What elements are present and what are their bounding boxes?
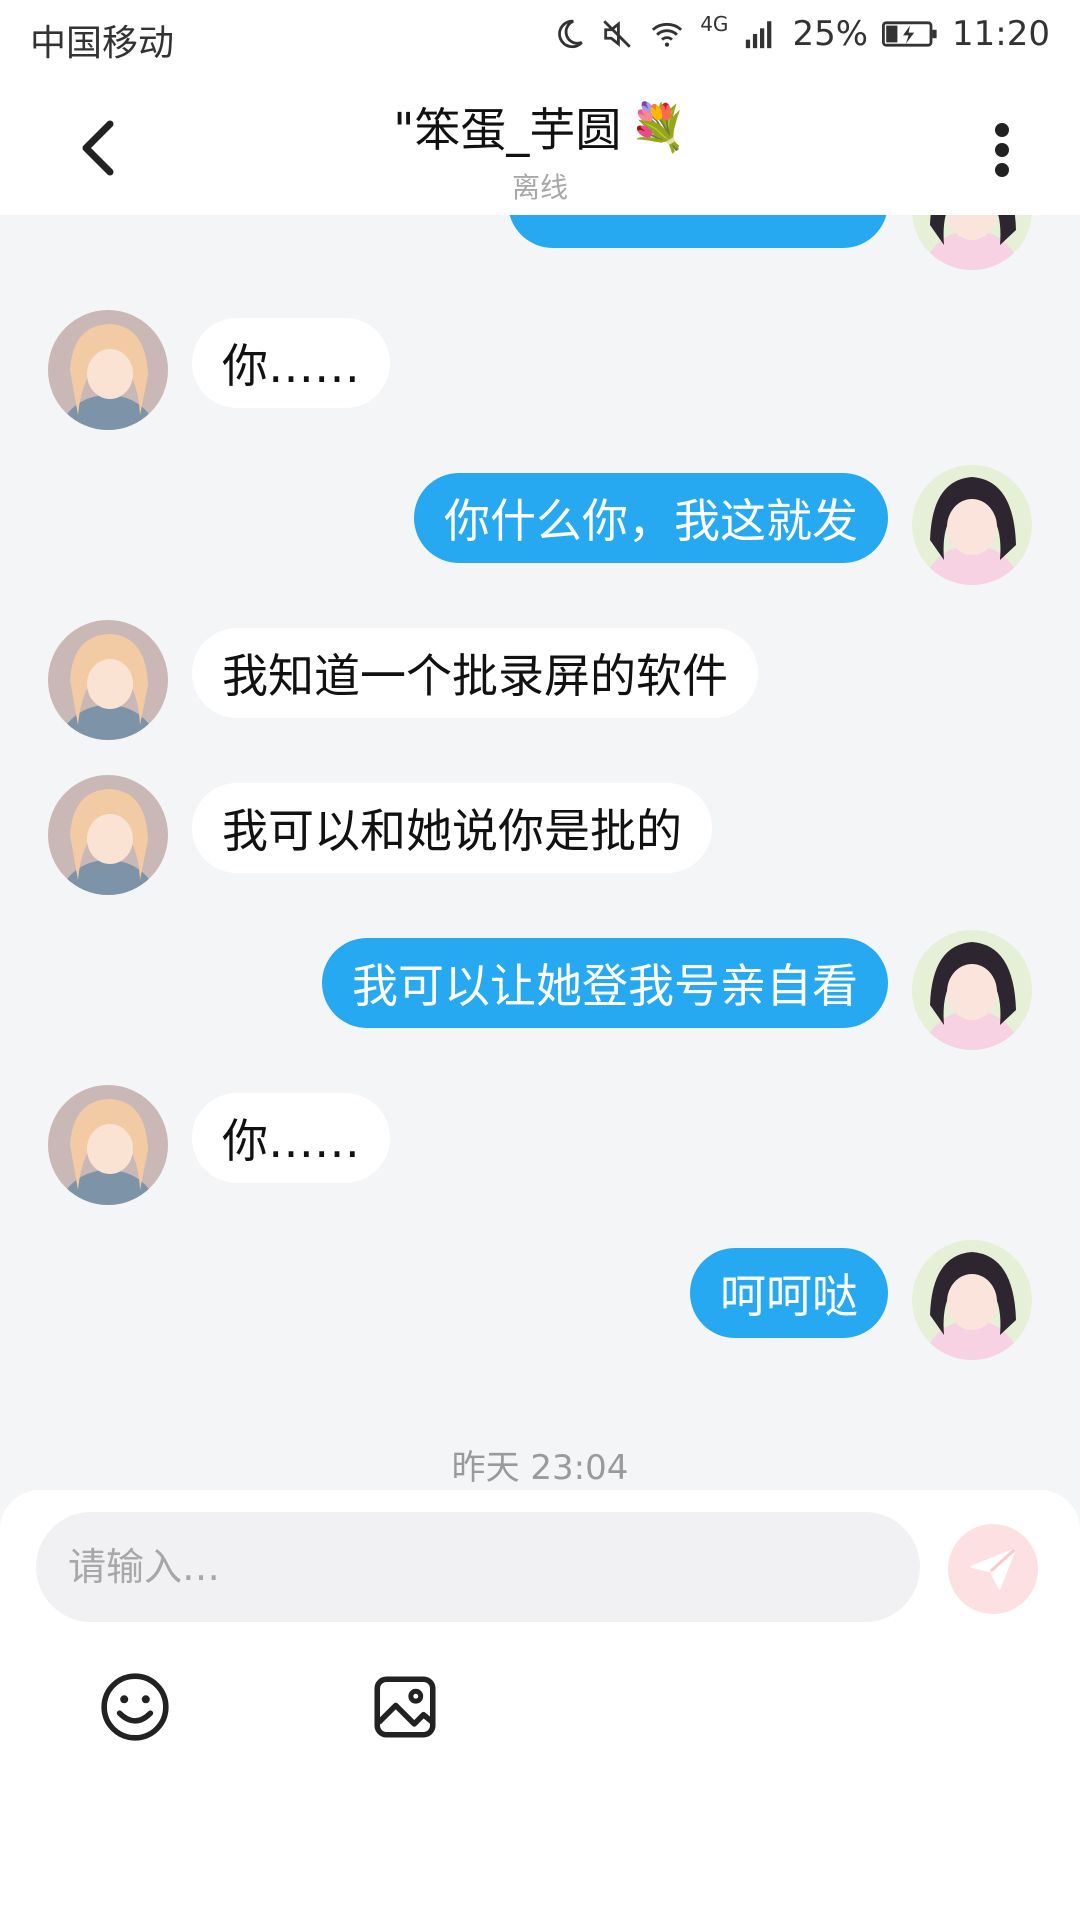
wifi-icon (652, 22, 683, 47)
message-bubble[interactable]: 你什么你，我这就发 (414, 473, 888, 563)
contact-name: "笨蛋_芋圆 💐 (393, 94, 686, 160)
message-row (0, 215, 1080, 275)
message-row: 我可以让她登我号亲自看 (0, 930, 1080, 1055)
message-row: 你什么你，我这就发 (0, 465, 1080, 590)
contact-name-text: "笨蛋_芋圆 (393, 103, 622, 157)
message-list[interactable]: 你…… 你什么你，我这就发 我知道一个批录屏的软件 我可以和她说你是批的 我可以… (0, 215, 1080, 1490)
send-button[interactable] (948, 1524, 1038, 1614)
status-bar: 中国移动 4G 25% 11:20 (0, 0, 1080, 80)
message-row: 你…… (0, 310, 1080, 435)
emoji-icon (101, 1673, 169, 1741)
image-button[interactable] (368, 1670, 442, 1744)
message-row: 你…… (0, 1085, 1080, 1210)
send-icon (970, 1548, 1016, 1590)
network-label: 4G (700, 12, 729, 36)
avatar[interactable] (48, 775, 168, 895)
battery-percent: 25% (792, 14, 869, 54)
signal-icon (746, 21, 772, 49)
bouquet-icon: 💐 (629, 99, 687, 154)
message-bubble[interactable]: 你…… (192, 318, 390, 408)
avatar[interactable] (912, 465, 1032, 585)
more-options-button[interactable] (982, 118, 1022, 182)
message-bubble[interactable] (508, 215, 888, 248)
emoji-button[interactable] (98, 1670, 172, 1744)
battery-charging-icon (882, 21, 937, 47)
message-row: 呵呵哒 (0, 1240, 1080, 1365)
message-bubble[interactable]: 我可以让她登我号亲自看 (322, 938, 888, 1028)
message-composer (0, 1490, 1080, 1920)
moon-icon (558, 19, 584, 49)
chat-header: "笨蛋_芋圆 💐 离线 (0, 80, 1080, 215)
more-vertical-icon (995, 123, 1009, 177)
avatar[interactable] (48, 310, 168, 430)
avatar[interactable] (912, 215, 1032, 270)
status-icons: 4G 25% 11:20 (552, 12, 1050, 54)
avatar[interactable] (912, 1240, 1032, 1360)
carrier-label: 中国移动 (30, 23, 175, 64)
avatar[interactable] (912, 930, 1032, 1050)
contact-info: "笨蛋_芋圆 💐 离线 (0, 94, 1080, 206)
mute-icon (603, 20, 631, 48)
contact-status: 离线 (511, 171, 568, 204)
message-bubble[interactable]: 你…… (192, 1093, 390, 1183)
clock: 11:20 (952, 14, 1050, 54)
avatar[interactable] (48, 620, 168, 740)
message-row: 我知道一个批录屏的软件 (0, 620, 1080, 745)
message-bubble[interactable]: 呵呵哒 (690, 1248, 888, 1338)
message-input[interactable] (36, 1512, 920, 1622)
avatar[interactable] (48, 1085, 168, 1205)
message-row: 我可以和她说你是批的 (0, 775, 1080, 900)
message-timestamp: 昨天 23:04 (451, 1448, 629, 1488)
image-icon (374, 1676, 436, 1738)
message-bubble[interactable]: 我可以和她说你是批的 (192, 783, 712, 873)
message-bubble[interactable]: 我知道一个批录屏的软件 (192, 628, 758, 718)
